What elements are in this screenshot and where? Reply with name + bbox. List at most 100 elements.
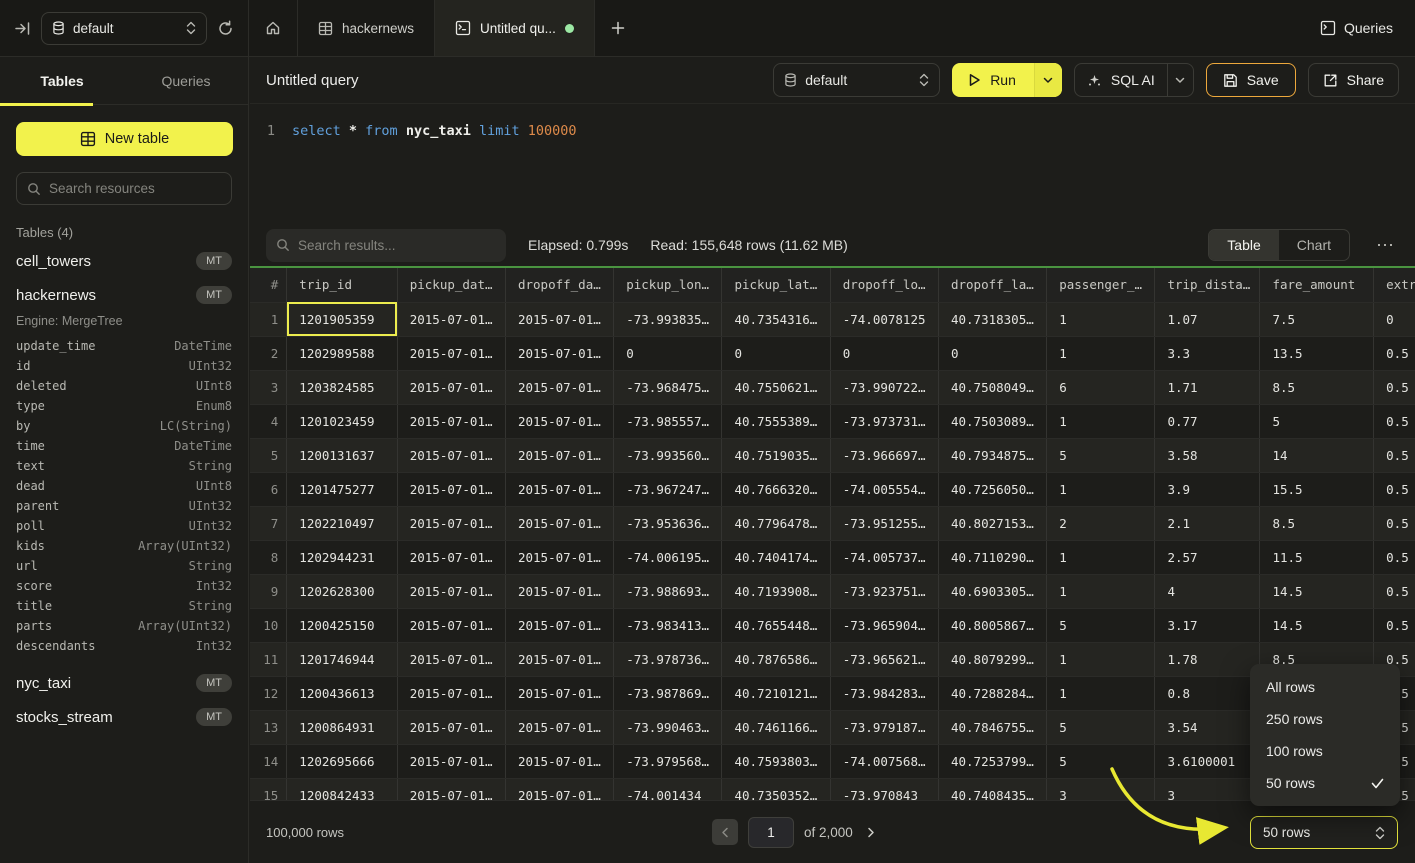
table-cell[interactable]: 2015-07-01… [397, 438, 505, 472]
table-cell[interactable]: -73.923751… [830, 574, 938, 608]
table-cell[interactable]: 0 [830, 336, 938, 370]
table-cell[interactable]: 2015-07-01… [397, 472, 505, 506]
table-cell[interactable]: 2015-07-01… [505, 710, 613, 744]
table-cell[interactable]: 2015-07-01… [397, 370, 505, 404]
table-cell[interactable]: 1201475277 [287, 472, 397, 506]
table-cell[interactable]: 1201905359 [287, 302, 397, 336]
table-cell[interactable]: 40.8079299… [938, 642, 1046, 676]
table-cell[interactable]: 0 [614, 336, 722, 370]
tab-hackernews[interactable]: hackernews [298, 0, 435, 56]
table-cell[interactable]: 14 [1260, 438, 1374, 472]
table-cell[interactable]: 1 [1047, 642, 1155, 676]
tab-home[interactable] [249, 0, 298, 56]
tab-untitled-query[interactable]: Untitled qu... [435, 0, 595, 56]
query-database-selector[interactable]: default [773, 63, 940, 97]
table-cell[interactable]: 2015-07-01… [505, 608, 613, 642]
table-cell[interactable]: 2015-07-01… [505, 574, 613, 608]
table-cell[interactable]: 1 [1047, 302, 1155, 336]
table-cell[interactable]: -73.979187… [830, 710, 938, 744]
column-header[interactable]: trip_dista… [1155, 268, 1260, 302]
table-cell[interactable]: 1 [1047, 574, 1155, 608]
sql-ai-options-button[interactable] [1167, 64, 1193, 96]
table-cell[interactable]: 5 [1260, 404, 1374, 438]
sidebar-item-cell-towers[interactable]: cell_towers MT [16, 244, 232, 278]
table-cell[interactable]: 2 [1047, 506, 1155, 540]
table-cell[interactable]: 2.57 [1155, 540, 1260, 574]
table-cell[interactable]: -73.968475… [614, 370, 722, 404]
table-cell[interactable]: -74.005737… [830, 540, 938, 574]
table-cell[interactable]: 40.7408435… [938, 778, 1046, 800]
view-toggle-table[interactable]: Table [1209, 230, 1278, 260]
table-cell[interactable]: -73.990463… [614, 710, 722, 744]
table-cell[interactable]: -73.967247… [614, 472, 722, 506]
table-cell[interactable]: -73.970843 [830, 778, 938, 800]
table-cell[interactable]: 1200425150 [287, 608, 397, 642]
table-cell[interactable]: 1202695666 [287, 744, 397, 778]
view-toggle-chart[interactable]: Chart [1279, 230, 1349, 260]
table-cell[interactable]: 2015-07-01… [505, 744, 613, 778]
table-cell[interactable]: 2.1 [1155, 506, 1260, 540]
table-cell[interactable]: 40.7461166… [722, 710, 830, 744]
results-search-input[interactable] [298, 238, 496, 253]
table-cell[interactable]: -73.973731… [830, 404, 938, 438]
table-cell[interactable]: 40.6903305… [938, 574, 1046, 608]
table-cell[interactable]: 1 [1047, 540, 1155, 574]
table-cell[interactable]: 3 [1155, 778, 1260, 800]
table-cell[interactable]: 40.7354316… [722, 302, 830, 336]
table-cell[interactable]: -73.965904… [830, 608, 938, 642]
table-cell[interactable]: -73.953636… [614, 506, 722, 540]
table-cell[interactable]: -73.951255… [830, 506, 938, 540]
column-header[interactable]: pickup_lat… [722, 268, 830, 302]
sidebar-tab-queries[interactable]: Queries [124, 57, 248, 104]
table-cell[interactable]: -73.983413… [614, 608, 722, 642]
sidebar-tab-tables[interactable]: Tables [0, 57, 124, 104]
table-cell[interactable]: -73.993835… [614, 302, 722, 336]
table-cell[interactable]: 15.5 [1260, 472, 1374, 506]
table-cell[interactable]: 1 [1047, 404, 1155, 438]
next-page-button[interactable] [863, 827, 879, 838]
table-cell[interactable]: 40.7404174… [722, 540, 830, 574]
table-cell[interactable]: 14.5 [1260, 574, 1374, 608]
column-header[interactable]: dropoff_la… [938, 268, 1046, 302]
table-cell[interactable]: 1201746944 [287, 642, 397, 676]
table-cell[interactable]: 0.5 [1374, 472, 1415, 506]
table-cell[interactable]: 0.5 [1374, 336, 1415, 370]
table-cell[interactable]: 2015-07-01… [397, 608, 505, 642]
table-cell[interactable]: 2015-07-01… [505, 438, 613, 472]
table-cell[interactable]: 40.7796478… [722, 506, 830, 540]
table-cell[interactable]: -73.966697… [830, 438, 938, 472]
table-cell[interactable]: 40.7256050… [938, 472, 1046, 506]
table-cell[interactable]: 0.5 [1374, 608, 1415, 642]
table-cell[interactable]: 1 [1047, 676, 1155, 710]
table-cell[interactable]: 3.54 [1155, 710, 1260, 744]
table-cell[interactable]: 3.9 [1155, 472, 1260, 506]
table-cell[interactable]: 40.7110290… [938, 540, 1046, 574]
table-cell[interactable]: 13.5 [1260, 336, 1374, 370]
table-cell[interactable]: 1 [1047, 472, 1155, 506]
page-size-option[interactable]: 50 rows [1250, 767, 1400, 799]
table-cell[interactable]: 1202210497 [287, 506, 397, 540]
results-search[interactable] [266, 229, 506, 262]
sql-ai-button[interactable]: SQL AI [1075, 64, 1167, 96]
table-cell[interactable]: -74.0078125 [830, 302, 938, 336]
table-cell[interactable]: 2015-07-01… [505, 540, 613, 574]
table-cell[interactable]: 0.5 [1374, 540, 1415, 574]
run-options-button[interactable] [1034, 63, 1062, 97]
column-header[interactable]: pickup_dat… [397, 268, 505, 302]
column-header[interactable]: fare_amount [1260, 268, 1374, 302]
table-cell[interactable]: 3.58 [1155, 438, 1260, 472]
table-cell[interactable]: 11.5 [1260, 540, 1374, 574]
table-cell[interactable]: 1202989588 [287, 336, 397, 370]
table-cell[interactable]: 14.5 [1260, 608, 1374, 642]
table-cell[interactable]: 0 [938, 336, 1046, 370]
table-cell[interactable]: 1200842433 [287, 778, 397, 800]
table-cell[interactable]: 2015-07-01… [505, 506, 613, 540]
table-cell[interactable]: 40.7210121… [722, 676, 830, 710]
table-cell[interactable]: 0.5 [1374, 370, 1415, 404]
table-cell[interactable]: 3 [1047, 778, 1155, 800]
table-cell[interactable]: 3.3 [1155, 336, 1260, 370]
table-cell[interactable]: 2015-07-01… [397, 540, 505, 574]
table-cell[interactable]: 40.7288284… [938, 676, 1046, 710]
save-button[interactable]: Save [1206, 63, 1296, 97]
table-cell[interactable]: 40.7508049… [938, 370, 1046, 404]
